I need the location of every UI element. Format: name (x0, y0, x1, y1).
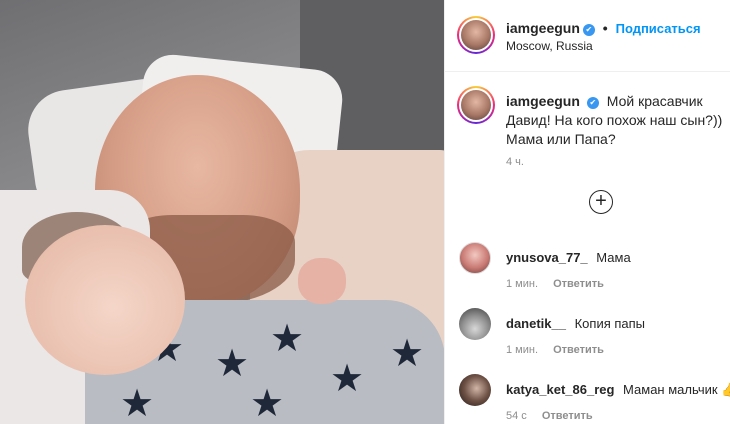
reply-button[interactable]: Ответить (542, 410, 593, 422)
post-photo[interactable]: ★ ★ ★ ★ ★ ★ ★ (0, 0, 444, 424)
commenter-avatar[interactable] (459, 242, 491, 274)
comment-text: Копия папы (574, 316, 646, 331)
post-caption: iamgeegun ✔ Мой красавчик Давид! На кого … (506, 92, 730, 149)
comment-text: Мама (596, 250, 631, 265)
verified-badge-icon: ✔ (582, 24, 595, 36)
reply-button[interactable]: Ответить (553, 344, 604, 356)
commenter-avatar[interactable] (459, 308, 491, 340)
comment-item: danetik__ Копия папы 1 мин. Ответить (445, 308, 730, 374)
comment-meta: 54 с Ответить (506, 410, 593, 422)
comment-time[interactable]: 1 мин. (506, 344, 538, 356)
post-header: iamgeegun ✔ • Подписаться Moscow, Russia (445, 0, 730, 72)
comment-time[interactable]: 1 мин. (506, 278, 538, 290)
comment-body: katya_ket_86_reg Маман мальчик 👍 (506, 382, 730, 398)
follow-button[interactable]: Подписаться (616, 21, 701, 36)
photo-baby-head (25, 225, 185, 375)
separator-dot: • (602, 20, 608, 36)
photo-baby-hand (298, 258, 346, 304)
commenter-avatar[interactable] (459, 374, 491, 406)
photo-star: ★ (250, 383, 285, 424)
photo-star: ★ (270, 318, 305, 360)
caption-author-avatar[interactable] (457, 86, 495, 124)
comment-meta: 1 мин. Ответить (506, 278, 604, 290)
load-more-comments-button[interactable]: + (589, 190, 613, 214)
post-side-panel: iamgeegun ✔ • Подписаться Moscow, Russia … (445, 0, 730, 424)
plus-circle-icon: + (595, 190, 607, 212)
reply-button[interactable]: Ответить (553, 278, 604, 290)
photo-star: ★ (330, 358, 365, 400)
caption-timestamp[interactable]: 4 ч. (506, 156, 524, 168)
photo-star: ★ (390, 333, 425, 375)
comment-body: ynusova_77_ Мама (506, 250, 631, 265)
comment-text: Маман мальчик 👍 (623, 382, 730, 397)
comment-item: ynusova_77_ Мама 1 мин. Ответить (445, 242, 730, 308)
verified-badge-icon: ✔ (586, 97, 599, 109)
photo-star: ★ (215, 343, 250, 385)
photo-star: ★ (120, 383, 155, 424)
post-location[interactable]: Moscow, Russia (506, 39, 593, 53)
author-line: iamgeegun ✔ • Подписаться (506, 20, 701, 36)
author-username[interactable]: iamgeegun (506, 20, 580, 36)
comment-meta: 1 мин. Ответить (506, 344, 604, 356)
commenter-username[interactable]: katya_ket_86_reg (506, 382, 614, 397)
comment-body: danetik__ Копия папы (506, 316, 645, 331)
commenter-username[interactable]: ynusova_77_ (506, 250, 588, 265)
caption-username[interactable]: iamgeegun (506, 93, 580, 109)
commenter-username[interactable]: danetik__ (506, 316, 566, 331)
comment-time[interactable]: 54 с (506, 410, 527, 422)
author-avatar[interactable] (457, 16, 495, 54)
comment-item: katya_ket_86_reg Маман мальчик 👍 54 с От… (445, 374, 730, 424)
